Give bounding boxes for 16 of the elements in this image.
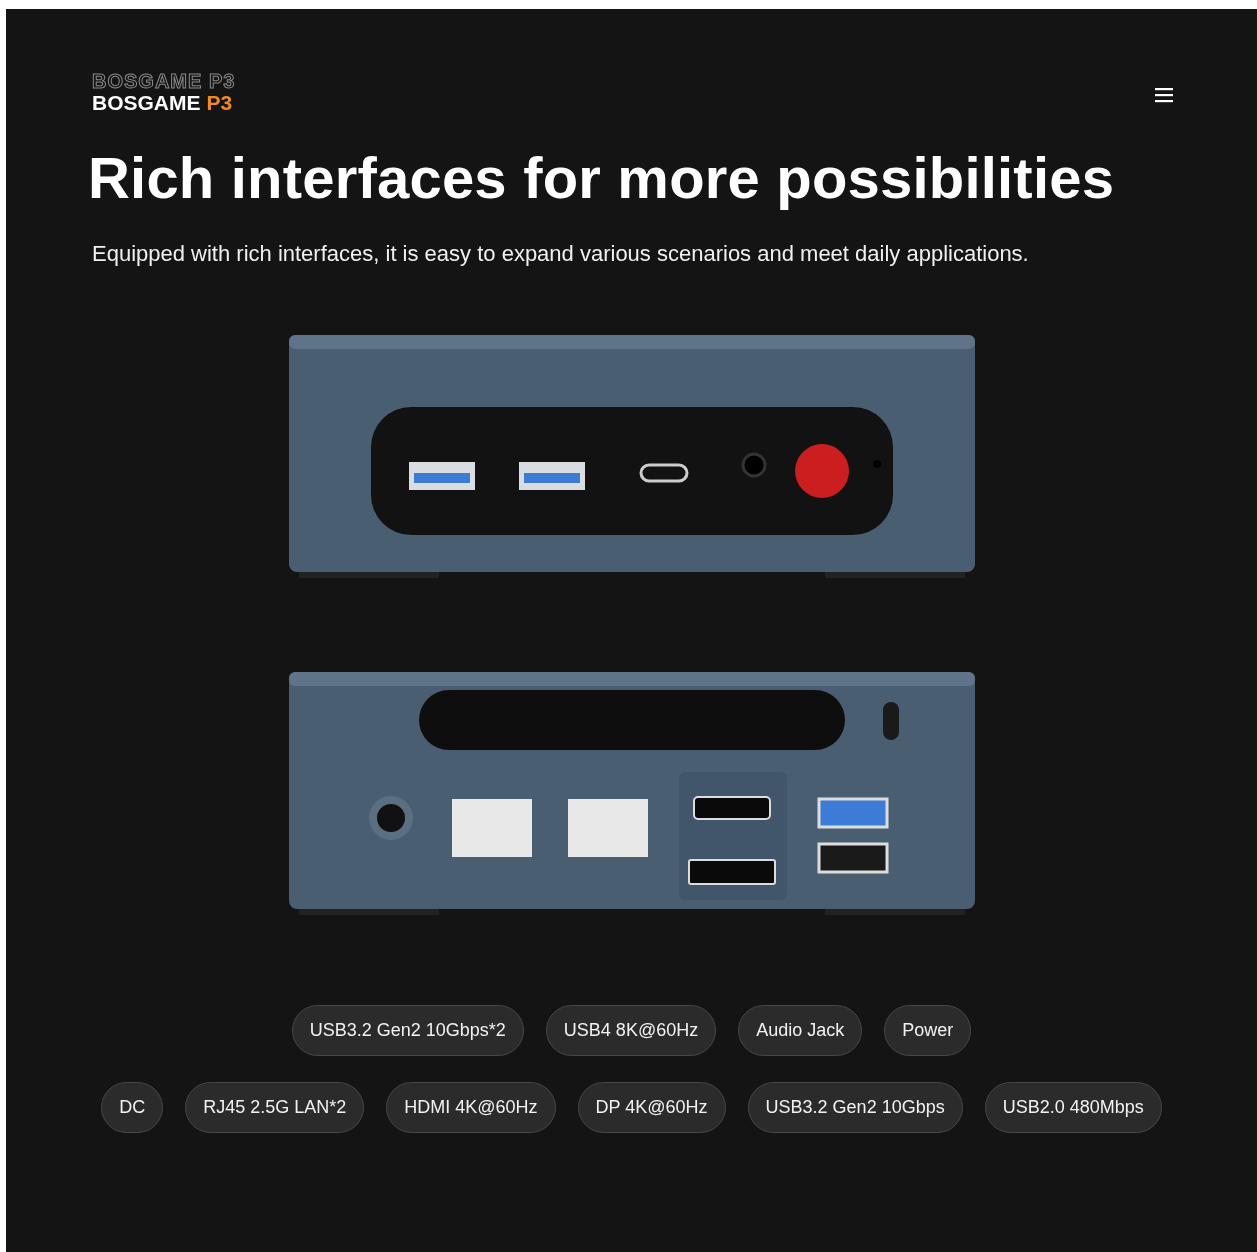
feature-tag: USB3.2 Gen2 10Gbps (747, 1082, 963, 1133)
logo-brand: BOSGAME (92, 92, 201, 114)
feature-tag: RJ45 2.5G LAN*2 (185, 1082, 365, 1133)
feature-tag: USB2.0 480Mbps (984, 1082, 1162, 1133)
page-subtitle: Equipped with rich interfaces, it is easy to expand various scenarios and meet daily applications. (92, 241, 1030, 267)
feature-tag: Audio Jack (738, 1005, 863, 1056)
feature-tag: HDMI 4K@60Hz (386, 1082, 556, 1133)
feature-tag: USB4 8K@60Hz (545, 1005, 717, 1056)
feature-tag: Power (884, 1005, 972, 1056)
logo-model: P3 (206, 92, 233, 114)
menu-icon[interactable] (1155, 86, 1173, 103)
feature-tag: USB3.2 Gen2 10Gbps*2 (291, 1005, 524, 1056)
feature-tag: DP 4K@60Hz (577, 1082, 726, 1133)
logo-outline-text: BOSGAME P3 (92, 71, 236, 91)
feature-tag: DC (101, 1082, 164, 1133)
page-title: Rich interfaces for more possibilities (88, 144, 1116, 211)
